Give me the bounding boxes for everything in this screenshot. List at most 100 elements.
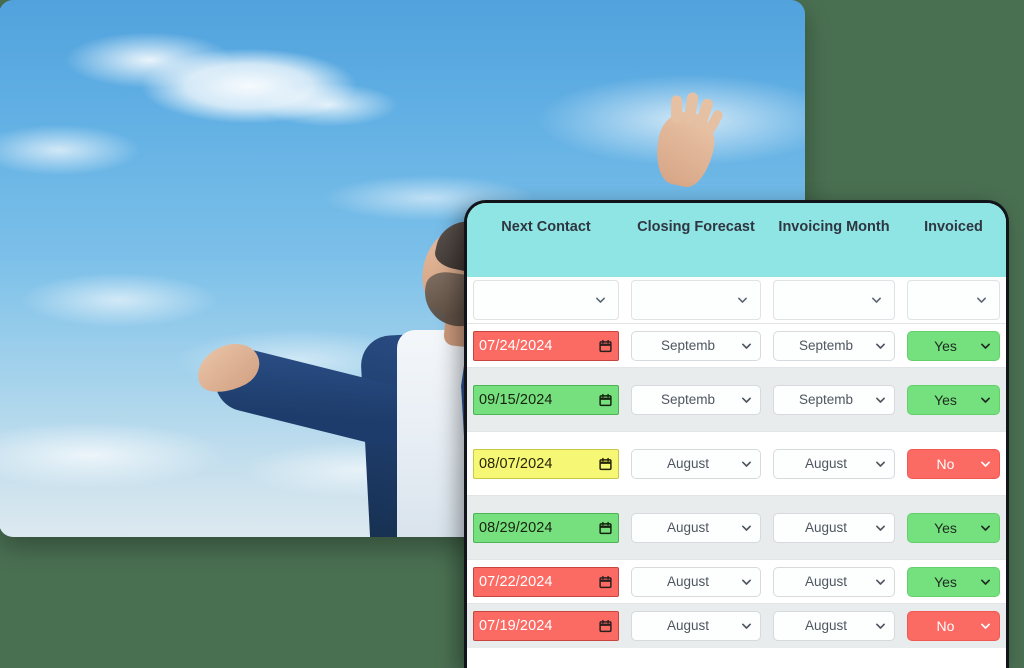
closing-forecast-select[interactable]: August [631, 610, 761, 641]
chevron-down-icon [741, 522, 752, 533]
cell-next-contact: 07/19/2024 [467, 603, 625, 648]
cell-closing-forecast: August [625, 495, 767, 560]
table-row[interactable]: 08/07/2024 August August No [467, 431, 1006, 496]
cell-invoiced: Yes [901, 323, 1006, 368]
chevron-down-icon [875, 620, 886, 631]
closing-forecast-filter-select[interactable] [631, 280, 761, 320]
invoiced-select[interactable]: No [907, 610, 1000, 641]
invoicing-month-value: August [804, 520, 848, 535]
invoiced-select[interactable]: Yes [907, 330, 1000, 361]
cell-closing-forecast: August [625, 603, 767, 648]
invoiced-value: No [936, 455, 955, 472]
chevron-down-icon [737, 295, 748, 306]
calendar-icon[interactable] [599, 393, 612, 406]
filter-cell-closing-forecast [625, 277, 767, 324]
next-contact-date-value: 08/07/2024 [479, 455, 553, 472]
cell-invoiced: Yes [901, 559, 1006, 604]
invoiced-value: No [936, 617, 955, 634]
column-header-invoicing-month[interactable]: Invoicing Month [767, 203, 901, 277]
cell-invoiced: No [901, 431, 1006, 496]
cell-invoiced: Yes [901, 495, 1006, 560]
calendar-icon[interactable] [599, 619, 612, 632]
invoicing-month-select[interactable]: Septemb [773, 330, 895, 361]
calendar-icon[interactable] [599, 575, 612, 588]
chevron-down-icon [875, 522, 886, 533]
chevron-down-icon [875, 394, 886, 405]
cell-closing-forecast: Septemb [625, 323, 767, 368]
next-contact-date-value: 07/19/2024 [479, 617, 553, 634]
invoiced-filter-select[interactable] [907, 280, 1000, 320]
next-contact-date-input[interactable]: 07/19/2024 [473, 610, 619, 641]
table-scroll-area[interactable]: Next Contact Closing Forecast Invoicing … [467, 203, 1006, 668]
next-contact-date-input[interactable]: 08/07/2024 [473, 448, 619, 479]
invoicing-month-select[interactable]: August [773, 448, 895, 479]
chevron-down-icon [741, 458, 752, 469]
chevron-down-icon [875, 458, 886, 469]
table-row[interactable]: 07/22/2024 August August Yes [467, 559, 1006, 604]
next-contact-date-input[interactable]: 09/15/2024 [473, 384, 619, 415]
invoicing-month-select[interactable]: August [773, 566, 895, 597]
cell-invoiced: No [901, 603, 1006, 648]
closing-forecast-select[interactable]: Septemb [631, 384, 761, 415]
calendar-icon[interactable] [599, 339, 612, 352]
invoicing-month-value: August [804, 456, 848, 471]
chevron-down-icon [980, 576, 991, 587]
chevron-down-icon [980, 458, 991, 469]
crm-table-panel: Next Contact Closing Forecast Invoicing … [464, 200, 1009, 668]
closing-forecast-value: August [666, 574, 710, 589]
chevron-down-icon [741, 394, 752, 405]
chevron-down-icon [980, 340, 991, 351]
column-header-closing-forecast[interactable]: Closing Forecast [625, 203, 767, 277]
next-contact-date-value: 08/29/2024 [479, 519, 553, 536]
invoicing-month-select[interactable]: August [773, 610, 895, 641]
closing-forecast-value: August [666, 456, 710, 471]
closing-forecast-select[interactable]: August [631, 566, 761, 597]
chevron-down-icon [741, 576, 752, 587]
cell-next-contact: 07/22/2024 [467, 559, 625, 604]
filter-cell-invoiced [901, 277, 1006, 324]
chevron-down-icon [980, 620, 991, 631]
calendar-icon[interactable] [599, 521, 612, 534]
closing-forecast-select[interactable]: August [631, 448, 761, 479]
chevron-down-icon [741, 340, 752, 351]
table-row[interactable]: 07/19/2024 August August No [467, 603, 1006, 648]
next-contact-date-input[interactable]: 08/29/2024 [473, 512, 619, 543]
right-hand [649, 91, 725, 192]
table-header: Next Contact Closing Forecast Invoicing … [467, 203, 1006, 277]
next-contact-date-input[interactable]: 07/22/2024 [473, 566, 619, 597]
invoiced-value: Yes [934, 519, 957, 536]
table-row[interactable]: 09/15/2024 Septemb Septemb Yes [467, 367, 1006, 432]
closing-forecast-value: August [666, 520, 710, 535]
chevron-down-icon [980, 394, 991, 405]
closing-forecast-value: Septemb [660, 392, 716, 407]
cell-next-contact: 07/24/2024 [467, 323, 625, 368]
next-contact-date-input[interactable]: 07/24/2024 [473, 330, 619, 361]
column-header-invoiced[interactable]: Invoiced [901, 203, 1006, 277]
invoiced-select[interactable]: Yes [907, 566, 1000, 597]
invoiced-select[interactable]: No [907, 448, 1000, 479]
closing-forecast-select[interactable]: Septemb [631, 330, 761, 361]
table-row[interactable]: 08/29/2024 August August Yes [467, 495, 1006, 560]
column-header-next-contact[interactable]: Next Contact [467, 203, 625, 277]
next-contact-filter-select[interactable] [473, 280, 619, 320]
cell-invoicing-month: Septemb [767, 367, 901, 432]
chevron-down-icon [875, 340, 886, 351]
closing-forecast-select[interactable]: August [631, 512, 761, 543]
closing-forecast-value: Septemb [660, 338, 716, 353]
invoicing-month-select[interactable]: August [773, 512, 895, 543]
invoicing-month-value: Septemb [798, 338, 854, 353]
invoicing-month-filter-select[interactable] [773, 280, 895, 320]
table-row[interactable]: 07/24/2024 Septemb Septemb Yes [467, 323, 1006, 368]
invoiced-select[interactable]: Yes [907, 384, 1000, 415]
calendar-icon[interactable] [599, 457, 612, 470]
cell-invoicing-month: August [767, 495, 901, 560]
invoicing-month-value: August [804, 618, 848, 634]
cell-invoicing-month: August [767, 559, 901, 604]
filter-cell-invoicing-month [767, 277, 901, 324]
cell-invoicing-month: August [767, 603, 901, 648]
filter-cell-next-contact [467, 277, 625, 324]
cell-invoiced: Yes [901, 367, 1006, 432]
invoiced-select[interactable]: Yes [907, 512, 1000, 543]
next-contact-date-value: 09/15/2024 [479, 391, 553, 408]
invoicing-month-select[interactable]: Septemb [773, 384, 895, 415]
